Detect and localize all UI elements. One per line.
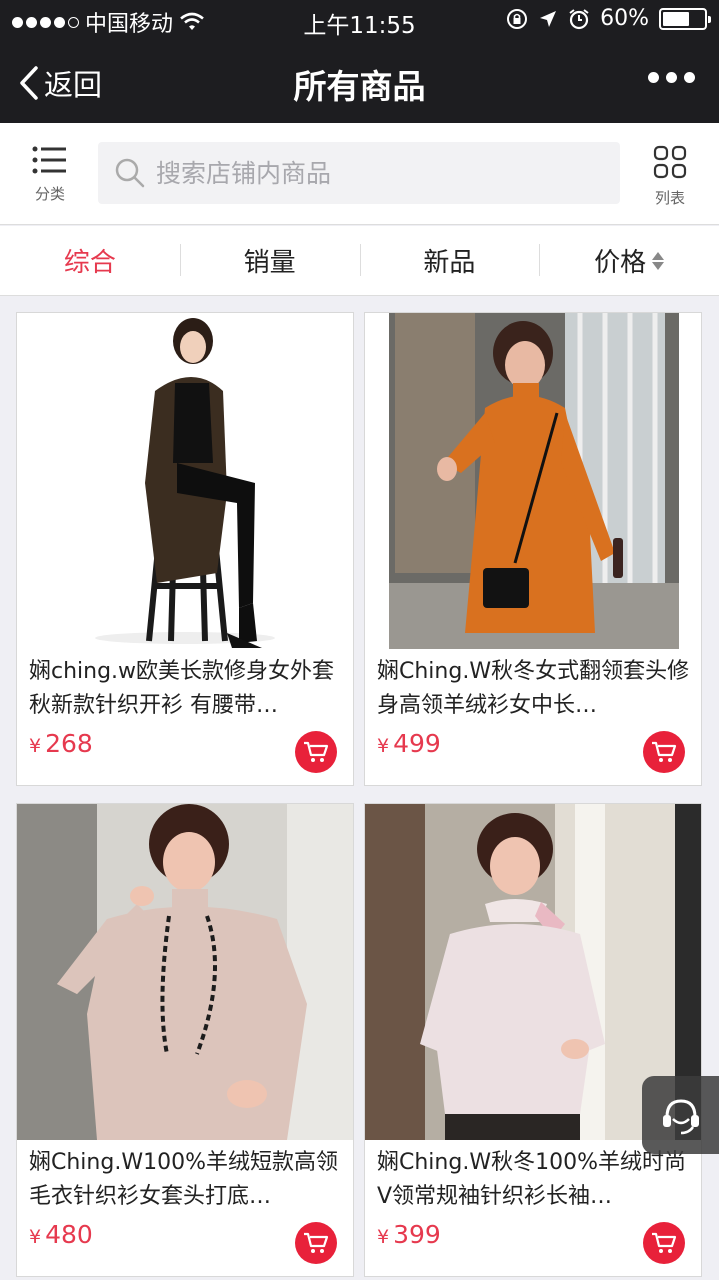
add-to-cart-button[interactable] [295, 1222, 337, 1264]
product-title[interactable]: 娴ching.w欧美长款修身女外套秋新款针织开衫 有腰带… [29, 655, 345, 723]
search-input[interactable] [156, 158, 586, 188]
price-value: 268 [45, 729, 93, 758]
product-price: ¥268 [29, 729, 93, 758]
search-box[interactable] [98, 142, 620, 204]
sort-tab-label: 销量 [243, 248, 296, 278]
sort-tabs: 综合 销量 新品 价格 [0, 226, 719, 296]
battery-percent: 60% [600, 6, 649, 31]
cart-icon [304, 741, 329, 762]
currency-symbol: ¥ [377, 735, 390, 757]
product-price: ¥399 [377, 1220, 441, 1249]
currency-symbol: ¥ [29, 1226, 42, 1248]
sort-tab-new[interactable]: 新品 [359, 226, 540, 295]
sort-tab-label: 综合 [63, 248, 116, 278]
category-button[interactable]: 分类 [22, 145, 78, 204]
product-price: ¥480 [29, 1220, 93, 1249]
more-dot [666, 72, 677, 83]
sort-tab-label: 新品 [423, 248, 476, 278]
price-value: 399 [393, 1220, 441, 1249]
product-price: ¥499 [377, 729, 441, 758]
more-menu-button[interactable] [648, 72, 695, 83]
rotation-lock-icon [507, 8, 528, 29]
add-to-cart-button[interactable] [643, 1222, 685, 1264]
search-icon [115, 158, 145, 188]
category-label: 分类 [34, 185, 65, 203]
product-image[interactable] [17, 313, 353, 649]
more-dot [648, 72, 659, 83]
currency-symbol: ¥ [29, 735, 42, 757]
price-value: 480 [45, 1220, 93, 1249]
back-button[interactable]: 返回 [18, 62, 102, 104]
sort-tab-comprehensive[interactable]: 综合 [0, 226, 180, 295]
sort-tab-sales[interactable]: 销量 [179, 226, 360, 295]
cart-icon [652, 741, 677, 762]
list-menu-icon [32, 146, 66, 174]
product-card[interactable]: 娴Ching.W秋冬女式翻领套头修身高领羊绒衫女中长… ¥499 [364, 312, 702, 786]
product-card[interactable]: 娴Ching.W秋冬100%羊绒时尚V领常规袖针织衫长袖… ¥399 [364, 803, 702, 1277]
product-image[interactable] [17, 804, 353, 1140]
list-view-button[interactable]: 列表 [640, 145, 700, 208]
status-right: 60% [506, 6, 711, 31]
product-image[interactable] [365, 313, 701, 649]
grid-view-icon [653, 145, 687, 179]
currency-symbol: ¥ [377, 1226, 390, 1248]
customer-service-button[interactable] [642, 1076, 719, 1154]
product-title[interactable]: 娴Ching.W100%羊绒短款高领毛衣针织衫女套头打底… [29, 1146, 345, 1214]
sort-order-icon [652, 251, 665, 270]
alarm-icon [569, 8, 589, 29]
product-title[interactable]: 娴Ching.W秋冬100%羊绒时尚V领常规袖针织衫长袖… [377, 1146, 693, 1214]
add-to-cart-button[interactable] [643, 731, 685, 773]
product-card[interactable]: 娴ching.w欧美长款修身女外套秋新款针织开衫 有腰带… ¥268 [16, 312, 354, 786]
headset-icon [662, 1099, 699, 1135]
product-title[interactable]: 娴Ching.W秋冬女式翻领套头修身高领羊绒衫女中长… [377, 655, 693, 723]
add-to-cart-button[interactable] [295, 731, 337, 773]
battery-icon [659, 7, 711, 30]
price-value: 499 [393, 729, 441, 758]
sort-tab-price[interactable]: 价格 [539, 226, 719, 295]
list-label: 列表 [654, 189, 685, 207]
more-dot [684, 72, 695, 83]
status-bar: 中国移动 上午11:55 60% [0, 0, 719, 40]
location-arrow-icon [540, 10, 557, 27]
cart-icon [652, 1232, 677, 1253]
cart-icon [304, 1232, 329, 1253]
sort-tab-label: 价格 [594, 248, 647, 278]
chevron-left-icon [20, 66, 38, 100]
nav-bar: 返回 所有商品 [0, 40, 719, 123]
search-row: 分类 列表 [0, 123, 719, 225]
product-card[interactable]: 娴Ching.W100%羊绒短款高领毛衣针织衫女套头打底… ¥480 [16, 803, 354, 1277]
back-label: 返回 [44, 68, 103, 102]
page-title: 所有商品 [293, 67, 426, 106]
